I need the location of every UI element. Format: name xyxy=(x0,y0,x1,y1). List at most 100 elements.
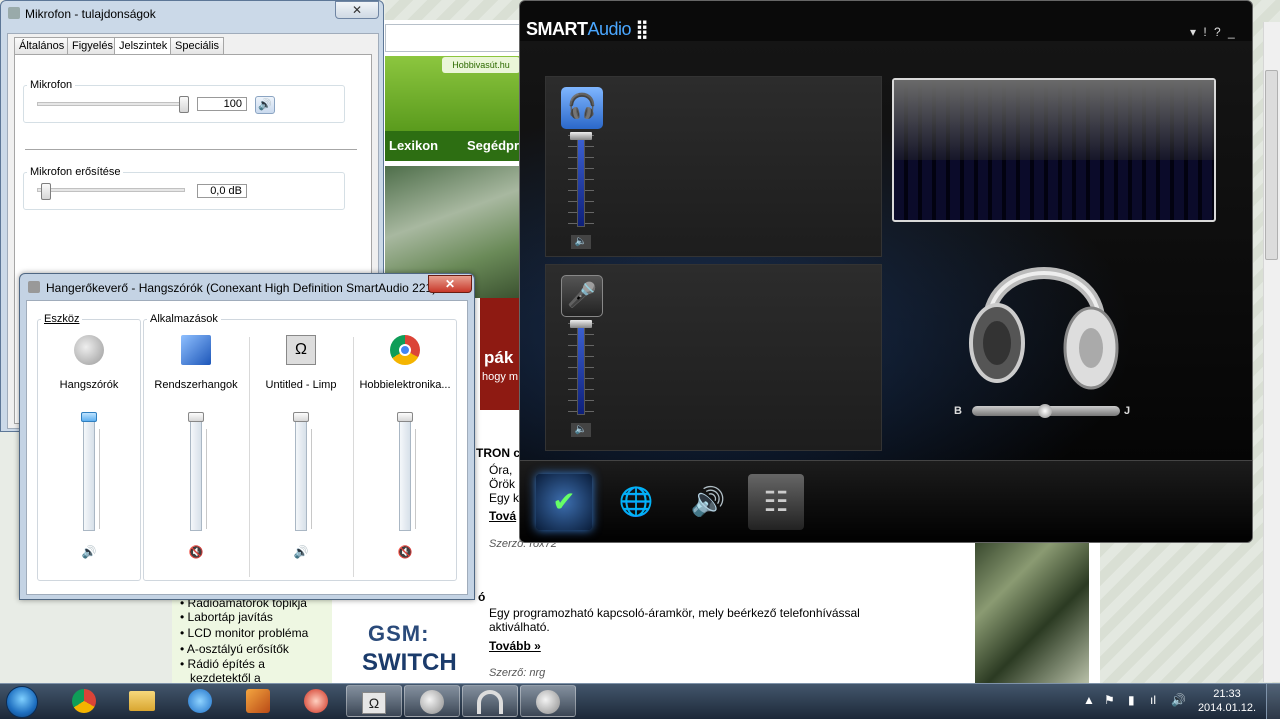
channel-hobbielektronika: Hobbielektronika... 🔇 xyxy=(353,321,457,571)
volume-slider-track[interactable] xyxy=(577,327,585,415)
sidebar-link[interactable]: • Rádió építés a xyxy=(180,657,265,671)
channel-untitled-limp: Ω Untitled - Limp 🔊 xyxy=(249,321,353,571)
address-bar[interactable] xyxy=(385,24,525,52)
article2-more-link[interactable]: Tovább » xyxy=(489,639,541,653)
article1-line: Egy k xyxy=(489,491,520,505)
boost-slider-track[interactable] xyxy=(37,188,185,192)
close-button[interactable]: ✕ xyxy=(335,1,379,19)
channel-name: Rendszerhangok xyxy=(154,379,238,391)
window-title: Mikrofon - tulajdonságok xyxy=(25,7,156,21)
start-button[interactable] xyxy=(6,686,38,718)
boost-slider-thumb[interactable] xyxy=(41,183,51,200)
ccleaner-icon[interactable] xyxy=(288,685,344,717)
sidebar-link[interactable]: • Labortáp javítás xyxy=(180,610,273,624)
speaker-icon[interactable]: 🔊 xyxy=(255,96,275,114)
winamp-icon[interactable] xyxy=(230,685,286,717)
volume-slider-track[interactable] xyxy=(295,419,307,531)
sidebar-link[interactable]: • LCD monitor probléma xyxy=(180,626,308,640)
speaker-icon[interactable] xyxy=(74,335,104,365)
speaker-icon[interactable]: 🔈 xyxy=(571,235,591,249)
article1-line: Örök xyxy=(489,477,516,491)
volume-mixer-window: Hangerőkeverő - Hangszórók (Conexant Hig… xyxy=(19,273,475,600)
clock-time: 21:33 xyxy=(1213,688,1241,700)
show-desktop-button[interactable] xyxy=(1266,684,1280,719)
divider xyxy=(25,149,357,150)
channel-name: Hangszórók xyxy=(59,379,119,391)
action-center-flag-icon[interactable]: ⚑ xyxy=(1104,693,1115,707)
browser-scroll-thumb[interactable] xyxy=(1265,70,1278,260)
volume-slider-thumb[interactable] xyxy=(570,132,592,140)
equalizer-reflection xyxy=(894,80,1214,160)
muted-speaker-icon[interactable]: 🔇 xyxy=(188,545,204,559)
omega-icon[interactable]: Ω xyxy=(286,335,316,365)
volume-slider-thumb[interactable] xyxy=(81,412,97,422)
smartaudio-window: SMARTAudio ⣿ ▾ ! ? _ X 🎧 🔈 🎤 🔈 B J ✔ 🌐 🔊… xyxy=(519,0,1253,543)
muted-speaker-icon[interactable]: 🔇 xyxy=(397,545,413,559)
system-clock[interactable]: 21:33 2014.01.12. xyxy=(1196,687,1258,715)
close-button[interactable]: ✕ xyxy=(428,275,472,293)
balance-slider-thumb[interactable] xyxy=(1038,404,1052,418)
mikrofon-level-field[interactable]: 100 xyxy=(197,97,247,111)
omega-icon[interactable]: Ω xyxy=(346,685,402,717)
chrome-icon[interactable] xyxy=(390,335,420,365)
speaker-icon[interactable]: 🔈 xyxy=(571,423,591,437)
headphones-icon[interactable]: 🎧 xyxy=(561,87,603,129)
smartaudio-toolbar: ✔ 🌐 🔊 ☷ xyxy=(520,460,1252,542)
forum-sidebar: • Rádióamatőrök topikja • Labortáp javít… xyxy=(172,596,332,685)
clock-date: 2014.01.12. xyxy=(1197,702,1257,714)
chrome-icon[interactable] xyxy=(56,685,112,717)
speaker-settings-icon[interactable]: 🔊 xyxy=(680,474,736,530)
volume-slider-thumb[interactable] xyxy=(570,320,592,328)
mixer-body: Eszköz Alkalmazások Hangszórók 🔊 Rendsze… xyxy=(26,300,468,595)
smartaudio-logo: SMARTAudio ⣿ xyxy=(526,19,649,39)
headphones-icon[interactable] xyxy=(462,685,518,717)
mikrofon-label: Mikrofon xyxy=(27,79,76,91)
article2-title[interactable]: ó xyxy=(478,590,485,604)
mikrofon-slider-track[interactable] xyxy=(37,102,185,106)
headphones-icon xyxy=(969,267,1119,390)
site-badge[interactable]: Hobbivasút.hu xyxy=(442,57,520,73)
article1-title[interactable]: TRON c xyxy=(476,446,520,460)
speaker-icon[interactable] xyxy=(404,685,460,717)
balance-left-label: B xyxy=(954,405,962,417)
promo-sub: hogy m xyxy=(482,371,519,383)
promo-headline: pák l xyxy=(484,348,523,367)
headphones-device-card: 🎧 🔈 xyxy=(545,76,882,257)
voip-globe-icon[interactable]: 🌐 xyxy=(608,474,664,530)
volume-tray-icon[interactable]: 🔊 xyxy=(1171,693,1186,707)
channel-rendszerhangok: Rendszerhangok 🔇 xyxy=(143,321,249,571)
volume-slider-thumb[interactable] xyxy=(397,412,413,422)
article1-more-link[interactable]: Tová xyxy=(489,509,516,523)
equalizer-icon[interactable]: ☷ xyxy=(748,474,804,530)
mikrofon-boost-label: Mikrofon erősítése xyxy=(27,166,124,178)
boost-level-field[interactable]: 0,0 dB xyxy=(197,184,247,198)
folder-icon[interactable] xyxy=(114,685,170,717)
speaker-icon[interactable] xyxy=(520,685,576,717)
nav-item-lexikon[interactable]: Lexikon xyxy=(389,131,438,161)
microphone-icon[interactable]: 🎤 xyxy=(561,275,603,317)
channel-hangszorok: Hangszórók 🔊 xyxy=(37,321,141,571)
sidebar-link[interactable]: • A-osztályú erősítők xyxy=(180,642,289,656)
volume-slider-thumb[interactable] xyxy=(293,412,309,422)
speaker-icon[interactable]: 🔊 xyxy=(81,545,97,559)
mixer-check-icon[interactable]: ✔ xyxy=(536,474,592,530)
nav-item-segedpr[interactable]: Segédpr xyxy=(467,131,519,161)
slider-ticks xyxy=(412,429,416,529)
mikrofon-slider-thumb[interactable] xyxy=(179,96,189,113)
battery-icon[interactable]: ▮ xyxy=(1128,693,1135,707)
volume-slider-thumb[interactable] xyxy=(188,412,204,422)
gsm-logo-text: GSM: xyxy=(368,621,430,646)
slider-ticks xyxy=(308,429,312,529)
system-sounds-icon[interactable] xyxy=(181,335,211,365)
window-title: Hangerőkeverő - Hangszórók (Conexant Hig… xyxy=(46,281,437,295)
itunes-icon[interactable] xyxy=(172,685,228,717)
volume-slider-track[interactable] xyxy=(83,419,95,531)
volume-slider-track[interactable] xyxy=(577,139,585,227)
volume-slider-track[interactable] xyxy=(399,419,411,531)
mic-window-icon xyxy=(8,7,20,19)
site-nav: Lexikon Segédpr xyxy=(385,131,520,161)
network-icon[interactable]: ıl xyxy=(1150,693,1156,707)
speaker-icon[interactable]: 🔊 xyxy=(293,545,309,559)
volume-slider-track[interactable] xyxy=(190,419,202,531)
tray-expand-icon[interactable]: ▲ xyxy=(1083,693,1095,707)
